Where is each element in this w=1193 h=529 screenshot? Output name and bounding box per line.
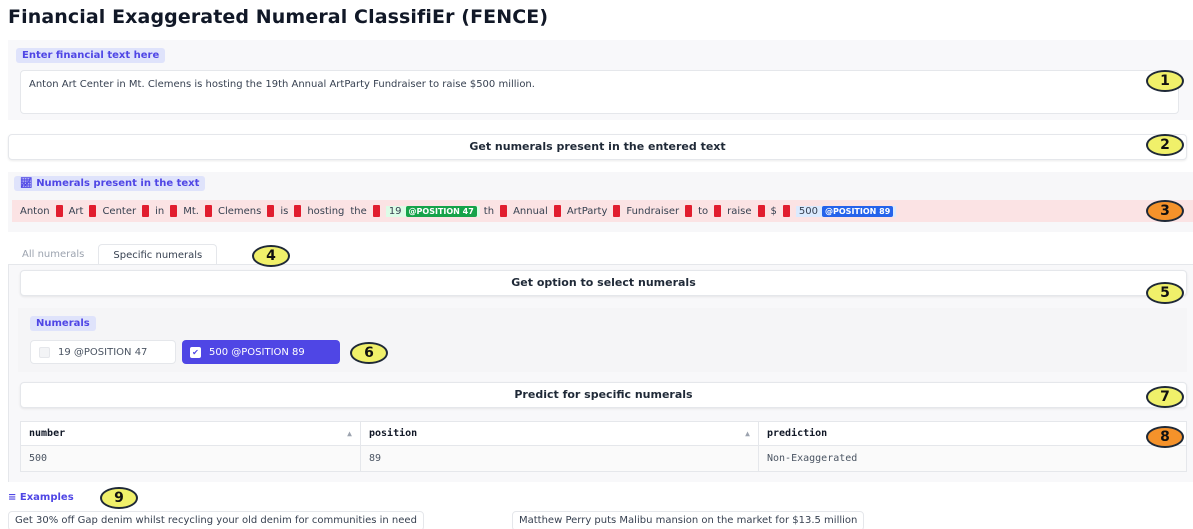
position-badge: @POSITION 47 <box>405 205 477 217</box>
token: the <box>350 205 380 217</box>
token: Anton <box>20 205 63 217</box>
numeral-token: 500 @POSITION 89 <box>795 205 897 217</box>
callout-5: 5 <box>1146 282 1184 304</box>
table-header-row: number ▲ position ▲ prediction <box>20 421 1187 446</box>
token: th <box>484 205 508 217</box>
token: Annual <box>513 205 561 217</box>
cell-position: 89 <box>360 445 759 472</box>
sort-icon[interactable]: ▲ <box>745 429 750 438</box>
callout-2: 2 <box>1146 134 1184 156</box>
column-header-number[interactable]: number ▲ <box>20 421 361 446</box>
callout-6: 6 <box>350 342 388 364</box>
page-title: Financial Exaggerated Numeral ClassifiEr… <box>8 6 549 28</box>
input-panel: Enter financial text here Anton Art Cent… <box>8 40 1193 120</box>
numerals-panel: 📈︎ Numerals present in the text Anton Ar… <box>8 172 1193 232</box>
get-numerals-button[interactable]: Get numerals present in the entered text <box>8 134 1187 160</box>
numeral-token: 19 @POSITION 47 <box>385 205 480 217</box>
column-header-prediction[interactable]: prediction <box>758 421 1187 446</box>
token: ArtParty <box>567 205 621 217</box>
callout-8: 8 <box>1146 426 1184 448</box>
numeral-checkbox-19[interactable]: 19 @POSITION 47 <box>30 340 176 364</box>
checkbox-icon <box>39 346 50 358</box>
numeral-checkbox-500[interactable]: ✔ 500 @POSITION 89 <box>182 340 340 364</box>
list-icon: ≡ <box>8 492 17 503</box>
get-option-button[interactable]: Get option to select numerals <box>20 270 1187 296</box>
tab-specific-numerals[interactable]: Specific numerals <box>98 244 218 266</box>
numerals-label: 📈︎ Numerals present in the text <box>14 176 206 191</box>
token: Art <box>69 205 97 217</box>
token: Fundraiser <box>626 205 693 217</box>
numerals-selector: Numerals 19 @POSITION 47 ✔ 500 @POSITION… <box>18 308 1187 372</box>
cell-prediction: Non-Exaggerated <box>758 445 1187 472</box>
example-item[interactable]: Matthew Perry puts Malibu mansion on the… <box>512 511 865 529</box>
token: Center <box>102 205 150 217</box>
financial-text-input[interactable]: Anton Art Center in Mt. Clemens is hosti… <box>20 70 1179 114</box>
callout-1: 1 <box>1146 70 1184 92</box>
cell-number: 500 <box>20 445 361 472</box>
tab-all-numerals[interactable]: All numerals <box>8 244 98 266</box>
column-header-position[interactable]: position ▲ <box>360 421 759 446</box>
callout-7: 7 <box>1146 386 1184 408</box>
results-table: number ▲ position ▲ prediction 500 89 Non-… <box>20 421 1187 472</box>
token: Mt. <box>183 205 212 217</box>
numerals-selector-label: Numerals <box>30 316 96 331</box>
token: in <box>155 205 178 217</box>
token: raise <box>727 205 765 217</box>
token: hosting <box>307 205 345 217</box>
example-item[interactable]: Get 30% off Gap denim whilst recycling y… <box>8 511 424 529</box>
callout-9: 9 <box>100 487 138 509</box>
chart-icon: 📈︎ <box>20 178 33 189</box>
examples-header[interactable]: ≡ Examples <box>8 492 74 503</box>
sort-icon[interactable]: ▲ <box>347 429 352 438</box>
token: to <box>698 205 722 217</box>
table-row: 500 89 Non-Exaggerated <box>20 445 1187 472</box>
numeral-tabs: All numerals Specific numerals <box>8 242 218 266</box>
predict-button[interactable]: Predict for specific numerals <box>20 382 1187 408</box>
token: Clemens <box>218 205 275 217</box>
check-icon: ✔ <box>190 346 201 358</box>
position-badge: @POSITION 89 <box>822 205 894 217</box>
token: is <box>280 205 302 217</box>
callout-3: 3 <box>1146 200 1184 222</box>
token: $ <box>771 205 790 217</box>
callout-4: 4 <box>252 245 290 267</box>
highlighted-text: Anton Art Center in Mt. Clemens is hosti… <box>12 200 1193 222</box>
input-label: Enter financial text here <box>16 48 166 63</box>
